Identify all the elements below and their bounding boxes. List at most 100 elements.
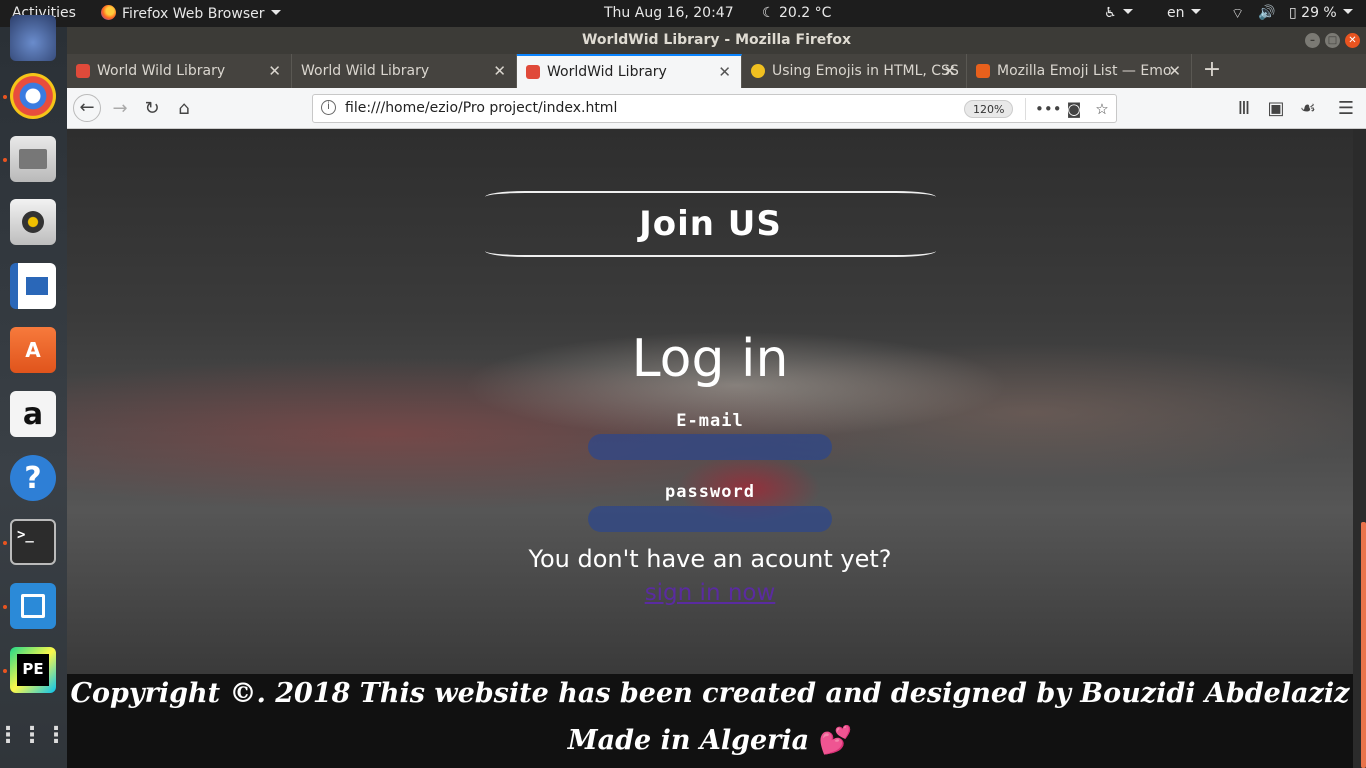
join-us-button[interactable]: Join US bbox=[485, 191, 936, 257]
tab-mozilla-emoji-list[interactable]: Mozilla Emoji List — Emo ✕ bbox=[967, 54, 1192, 88]
sidebar-icon[interactable]: ▣ bbox=[1263, 96, 1289, 122]
close-tab-icon[interactable]: ✕ bbox=[493, 54, 506, 88]
hamburger-menu-icon[interactable]: ☰ bbox=[1333, 96, 1359, 122]
wifi-icon[interactable]: ⌔ bbox=[1231, 5, 1244, 23]
firefox-icon[interactable] bbox=[10, 15, 56, 61]
rhythmbox-icon[interactable] bbox=[10, 199, 56, 245]
window-title: WorldWid Library - Mozilla Firefox bbox=[581, 32, 852, 48]
tab-using-emojis[interactable]: Using Emojis in HTML, CSS ✕ bbox=[742, 54, 967, 88]
moon-icon: ☾ bbox=[762, 5, 775, 21]
login-title: Log in bbox=[631, 329, 789, 389]
password-field[interactable] bbox=[588, 506, 832, 532]
sign-in-link[interactable]: sign in now bbox=[645, 580, 776, 606]
minimize-button[interactable]: – bbox=[1305, 33, 1320, 48]
page-actions-icon[interactable]: ••• bbox=[1035, 98, 1062, 120]
system-top-bar: Activities Firefox Web Browser Thu Aug 1… bbox=[0, 0, 1366, 27]
close-window-button[interactable]: ✕ bbox=[1345, 33, 1360, 48]
gnome-extension-icon[interactable]: ☙ bbox=[1295, 96, 1321, 122]
tab-label: World Wild Library bbox=[97, 63, 226, 79]
chevron-down-icon bbox=[1190, 9, 1201, 14]
maximize-button[interactable]: □ bbox=[1325, 33, 1340, 48]
window-titlebar[interactable]: WorldWid Library - Mozilla Firefox – □ ✕ bbox=[67, 27, 1366, 54]
writer-icon[interactable] bbox=[10, 263, 56, 309]
app-menu[interactable]: Firefox Web Browser bbox=[101, 5, 281, 22]
library-icon[interactable]: Ⅲ bbox=[1231, 96, 1257, 122]
weather-indicator[interactable]: ☾ 20.2 °C bbox=[762, 5, 831, 21]
battery-indicator[interactable]: ▯ 29 % bbox=[1289, 5, 1353, 21]
running-indicator bbox=[3, 669, 7, 673]
close-tab-icon[interactable]: ✕ bbox=[718, 56, 731, 88]
copyright-text: Copyright ©. 2018 This website has been … bbox=[70, 678, 1350, 709]
chromium-icon[interactable] bbox=[10, 73, 56, 119]
close-tab-icon[interactable]: ✕ bbox=[1168, 54, 1181, 88]
tab-favicon bbox=[526, 65, 540, 79]
email-field[interactable] bbox=[588, 434, 832, 460]
tab-favicon bbox=[976, 64, 990, 78]
files-icon[interactable] bbox=[10, 136, 56, 182]
tab-label: World Wild Library bbox=[301, 63, 430, 79]
running-indicator bbox=[3, 158, 7, 162]
terminal-label: >_ bbox=[17, 527, 34, 543]
bookmark-star-icon[interactable]: ☆ bbox=[1091, 98, 1113, 120]
battery-percent: 29 % bbox=[1301, 5, 1337, 21]
dock: A a ? >_ PE ⋮⋮⋮ bbox=[0, 15, 67, 768]
tab-favicon bbox=[76, 64, 90, 78]
software-center-label: A bbox=[25, 338, 41, 362]
firefox-icon bbox=[101, 5, 116, 20]
language-menu[interactable]: en bbox=[1167, 5, 1201, 21]
close-tab-icon[interactable]: ✕ bbox=[268, 54, 281, 88]
made-in-text: Made in Algeria bbox=[567, 725, 810, 756]
tab-label: Mozilla Emoji List — Emo bbox=[997, 63, 1172, 79]
chevron-down-icon bbox=[1342, 9, 1353, 14]
tab-label: Using Emojis in HTML, CSS bbox=[772, 63, 959, 79]
chevron-down-icon bbox=[270, 10, 281, 15]
forward-button[interactable]: → bbox=[107, 96, 133, 122]
running-indicator bbox=[3, 541, 7, 545]
app-menu-label: Firefox Web Browser bbox=[122, 6, 265, 22]
running-indicator bbox=[3, 605, 7, 609]
info-icon[interactable]: i bbox=[321, 100, 336, 115]
accessibility-menu[interactable]: ♿ bbox=[1104, 5, 1133, 21]
chevron-down-icon bbox=[1122, 9, 1133, 14]
amazon-label: a bbox=[22, 396, 44, 432]
tab-world-wild-library-2[interactable]: World Wild Library ✕ bbox=[292, 54, 517, 88]
software-center-icon[interactable]: A bbox=[10, 327, 56, 373]
home-button[interactable]: ⌂ bbox=[171, 96, 197, 122]
page-content: Join US Log in E-mail password You don't… bbox=[67, 129, 1353, 674]
tab-label: WorldWid Library bbox=[547, 64, 667, 80]
accessibility-icon: ♿ bbox=[1104, 5, 1117, 21]
zoom-indicator[interactable]: 120% bbox=[964, 100, 1014, 118]
pocket-icon[interactable]: ◙ bbox=[1063, 98, 1085, 120]
page-scrollbar-thumb[interactable] bbox=[1361, 522, 1366, 768]
tab-worldwid-library[interactable]: WorldWid Library ✕ bbox=[517, 54, 742, 88]
help-label: ? bbox=[24, 460, 42, 496]
tab-strip: World Wild Library ✕ World Wild Library … bbox=[67, 54, 1366, 88]
heart-icon: 💕 bbox=[818, 725, 853, 756]
url-text[interactable]: file:///home/ezio/Pro project/index.html bbox=[345, 100, 617, 116]
tab-world-wild-library-1[interactable]: World Wild Library ✕ bbox=[67, 54, 292, 88]
new-tab-button[interactable]: + bbox=[1197, 54, 1227, 88]
sign-in-link-wrapper: sign in now bbox=[67, 580, 1353, 606]
running-indicator bbox=[3, 95, 7, 99]
url-separator bbox=[1025, 98, 1026, 120]
reload-button[interactable]: ↻ bbox=[139, 96, 165, 122]
battery-icon: ▯ bbox=[1289, 5, 1297, 21]
email-label: E-mail bbox=[676, 411, 744, 431]
pycharm-icon[interactable]: PE bbox=[10, 647, 56, 693]
clock[interactable]: Thu Aug 16, 20:47 bbox=[604, 5, 734, 21]
brackets-icon[interactable] bbox=[10, 583, 56, 629]
amazon-icon[interactable]: a bbox=[10, 391, 56, 437]
help-icon[interactable]: ? bbox=[10, 455, 56, 501]
password-label: password bbox=[665, 482, 755, 502]
weather-temp: 20.2 °C bbox=[779, 5, 832, 21]
close-tab-icon[interactable]: ✕ bbox=[943, 54, 956, 88]
no-account-text: You don't have an acount yet? bbox=[528, 545, 892, 573]
url-bar[interactable]: i file:///home/ezio/Pro project/index.ht… bbox=[312, 94, 1117, 123]
volume-icon[interactable]: 🔊 bbox=[1258, 5, 1275, 21]
navigation-toolbar: ← → ↻ ⌂ i file:///home/ezio/Pro project/… bbox=[67, 88, 1366, 129]
show-apps-icon[interactable]: ⋮⋮⋮ bbox=[0, 713, 67, 759]
made-in-line: Made in Algeria 💕 bbox=[67, 724, 1353, 756]
terminal-icon[interactable]: >_ bbox=[10, 519, 56, 565]
pycharm-label: PE bbox=[17, 654, 49, 686]
back-button[interactable]: ← bbox=[73, 94, 101, 122]
